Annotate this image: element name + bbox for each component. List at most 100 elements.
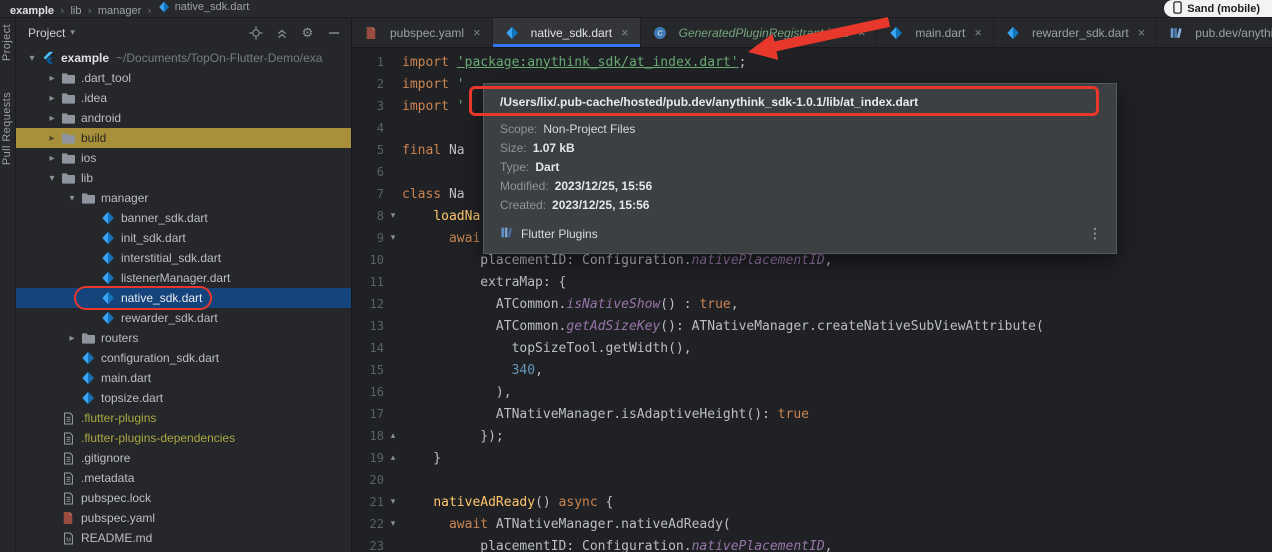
tree-item-label: routers [101, 331, 138, 345]
editor-tab-pub-dev-anythink-sdk-1-0-1-pubsp[interactable]: pub.dev/anythink_sdk-1.0.1/pubsp× [1157, 18, 1272, 47]
tree-item-pubspec-lock[interactable]: pubspec.lock [16, 488, 351, 508]
fold-up-icon[interactable]: ▴ [384, 453, 402, 463]
tree-item-native-sdk-dart[interactable]: native_sdk.dart [16, 288, 351, 308]
code-line[interactable]: 16 ), [352, 381, 1272, 403]
code-line[interactable]: 15 340, [352, 359, 1272, 381]
chevron-collapsed-icon[interactable]: ▸ [44, 133, 60, 144]
fold-down-icon[interactable]: ▾ [384, 211, 402, 221]
code-line[interactable]: 11 extraMap: { [352, 271, 1272, 293]
editor-tab-native-sdk-dart[interactable]: native_sdk.dart× [493, 18, 641, 47]
tree-item-lib[interactable]: ▾lib [16, 168, 351, 188]
code-line[interactable]: 22▾ await ATNativeManager.nativeAdReady( [352, 513, 1272, 535]
tree-item-example[interactable]: ▾example~/Documents/TopOn-Flutter-Demo/e… [16, 48, 351, 68]
dart-icon [888, 25, 904, 41]
tree-item-label: android [81, 111, 121, 125]
code-token: () [535, 495, 558, 510]
md-icon: M [60, 530, 76, 546]
close-tab-icon[interactable]: × [473, 26, 481, 39]
tool-window-button-project[interactable]: Project [1, 24, 13, 61]
kebab-menu-icon[interactable]: ⋮ [1088, 226, 1102, 242]
tree-item-pubspec-yaml[interactable]: pubspec.yaml [16, 508, 351, 528]
tree-item-dart-tool[interactable]: ▸.dart_tool [16, 68, 351, 88]
tree-item-manager[interactable]: ▾manager [16, 188, 351, 208]
chevron-collapsed-icon[interactable]: ▸ [44, 73, 60, 84]
breadcrumb-item-example[interactable]: example [10, 5, 54, 17]
tree-item-main-dart[interactable]: main.dart [16, 368, 351, 388]
tree-item-gitignore[interactable]: .gitignore [16, 448, 351, 468]
tab-label: main.dart [915, 26, 965, 40]
close-tab-icon[interactable]: × [621, 26, 629, 39]
breadcrumb-item-manager[interactable]: manager [98, 5, 141, 17]
tree-item-flutter-plugins[interactable]: .flutter-plugins [16, 408, 351, 428]
code-token: 340 [512, 363, 535, 378]
code-token: , [731, 297, 739, 312]
close-tab-icon[interactable]: × [858, 26, 866, 39]
editor-tab-main-dart[interactable]: main.dart × [877, 18, 994, 47]
tree-item-routers[interactable]: ▸ routers [16, 328, 351, 348]
code-line[interactable]: 17 ATNativeManager.isAdaptiveHeight(): t… [352, 403, 1272, 425]
line-number: 7 [352, 187, 384, 201]
tool-window-button-pull-requests[interactable]: Pull Requests [1, 92, 13, 165]
code-line[interactable]: 21▾ nativeAdReady() async { [352, 491, 1272, 513]
code-line[interactable]: 13 ATCommon.getAdSizeKey(): ATNativeMana… [352, 315, 1272, 337]
fold-up-icon[interactable]: ▴ [384, 431, 402, 441]
tree-item-ios[interactable]: ▸ios [16, 148, 351, 168]
tree-item-banner-sdk-dart[interactable]: banner_sdk.dart [16, 208, 351, 228]
tree-item-rewarder-sdk-dart[interactable]: rewarder_sdk.dart [16, 308, 351, 328]
chevron-down-icon: ▾ [70, 28, 75, 38]
editor-tab-generatedpluginregistrant-java[interactable]: CGeneratedPluginRegistrant.java× [641, 18, 878, 47]
code-token: true [699, 297, 730, 312]
code-line[interactable]: 1import 'package:anythink_sdk/at_index.d… [352, 51, 1272, 73]
fold-down-icon[interactable]: ▾ [384, 497, 402, 507]
line-number: 17 [352, 407, 384, 421]
close-tab-icon[interactable]: × [1138, 26, 1146, 39]
code-token [402, 209, 433, 224]
tree-item-listenermanager-dart[interactable]: listenerManager.dart [16, 268, 351, 288]
project-view-dropdown[interactable]: Project ▾ [28, 26, 75, 40]
tree-item-android[interactable]: ▸ android [16, 108, 351, 128]
file-info-rows: Scope:Non-Project FilesSize:1.07 kBType:… [484, 117, 1116, 215]
device-selector-button[interactable]: Sand (mobile) [1164, 0, 1272, 17]
chevron-collapsed-icon[interactable]: ▸ [64, 333, 80, 344]
folder-icon [60, 90, 76, 106]
tree-item-flutter-plugins-dependencies[interactable]: .flutter-plugins-dependencies [16, 428, 351, 448]
tree-item-topsize-dart[interactable]: topsize.dart [16, 388, 351, 408]
code-line[interactable]: 14 topSizeTool.getWidth(), [352, 337, 1272, 359]
tree-item-build[interactable]: ▸build [16, 128, 351, 148]
tree-item-interstitial-sdk-dart[interactable]: interstitial_sdk.dart [16, 248, 351, 268]
tree-item-init-sdk-dart[interactable]: init_sdk.dart [16, 228, 351, 248]
chevron-collapsed-icon[interactable]: ▸ [44, 113, 60, 124]
chevron-expanded-icon[interactable]: ▾ [24, 53, 40, 64]
hide-icon[interactable] [326, 26, 341, 41]
code-token: Na [449, 143, 465, 158]
code-line[interactable]: 20 [352, 469, 1272, 491]
tree-item-metadata[interactable]: .metadata [16, 468, 351, 488]
locate-icon[interactable] [248, 26, 263, 41]
code-token: () : [660, 297, 699, 312]
chevron-collapsed-icon[interactable]: ▸ [44, 153, 60, 164]
breadcrumb-item-lib[interactable]: lib [70, 5, 81, 17]
tree-item-configuration-sdk-dart[interactable]: configuration_sdk.dart [16, 348, 351, 368]
code-line[interactable]: 19▴ } [352, 447, 1272, 469]
code-line[interactable]: 12 ATCommon.isNativeShow() : true, [352, 293, 1272, 315]
file-info-value: Dart [535, 158, 559, 177]
tree-item-readme-md[interactable]: MREADME.md [16, 528, 351, 548]
code-line[interactable]: 23 placementID: Configuration.nativePlac… [352, 535, 1272, 552]
settings-icon[interactable]: ⚙ [300, 26, 315, 41]
tree-item-idea[interactable]: ▸.idea [16, 88, 351, 108]
breadcrumb-item-native-sdk-dart[interactable]: native_sdk.dart [158, 1, 250, 13]
file-info-row: Scope:Non-Project Files [500, 120, 1100, 139]
close-tab-icon[interactable]: × [974, 26, 982, 39]
lib-icon [1168, 25, 1184, 41]
fold-down-icon[interactable]: ▾ [384, 519, 402, 529]
fold-down-icon[interactable]: ▾ [384, 233, 402, 243]
line-number: 12 [352, 297, 384, 311]
chevron-expanded-icon[interactable]: ▾ [44, 173, 60, 184]
code-token: ), [402, 385, 512, 400]
code-line[interactable]: 18▴ }); [352, 425, 1272, 447]
collapse-all-icon[interactable] [274, 26, 289, 41]
chevron-expanded-icon[interactable]: ▾ [64, 193, 80, 204]
editor-tab-pubspec-yaml[interactable]: pubspec.yaml× [352, 18, 493, 47]
chevron-collapsed-icon[interactable]: ▸ [44, 93, 60, 104]
editor-tab-rewarder-sdk-dart[interactable]: rewarder_sdk.dart× [994, 18, 1157, 47]
